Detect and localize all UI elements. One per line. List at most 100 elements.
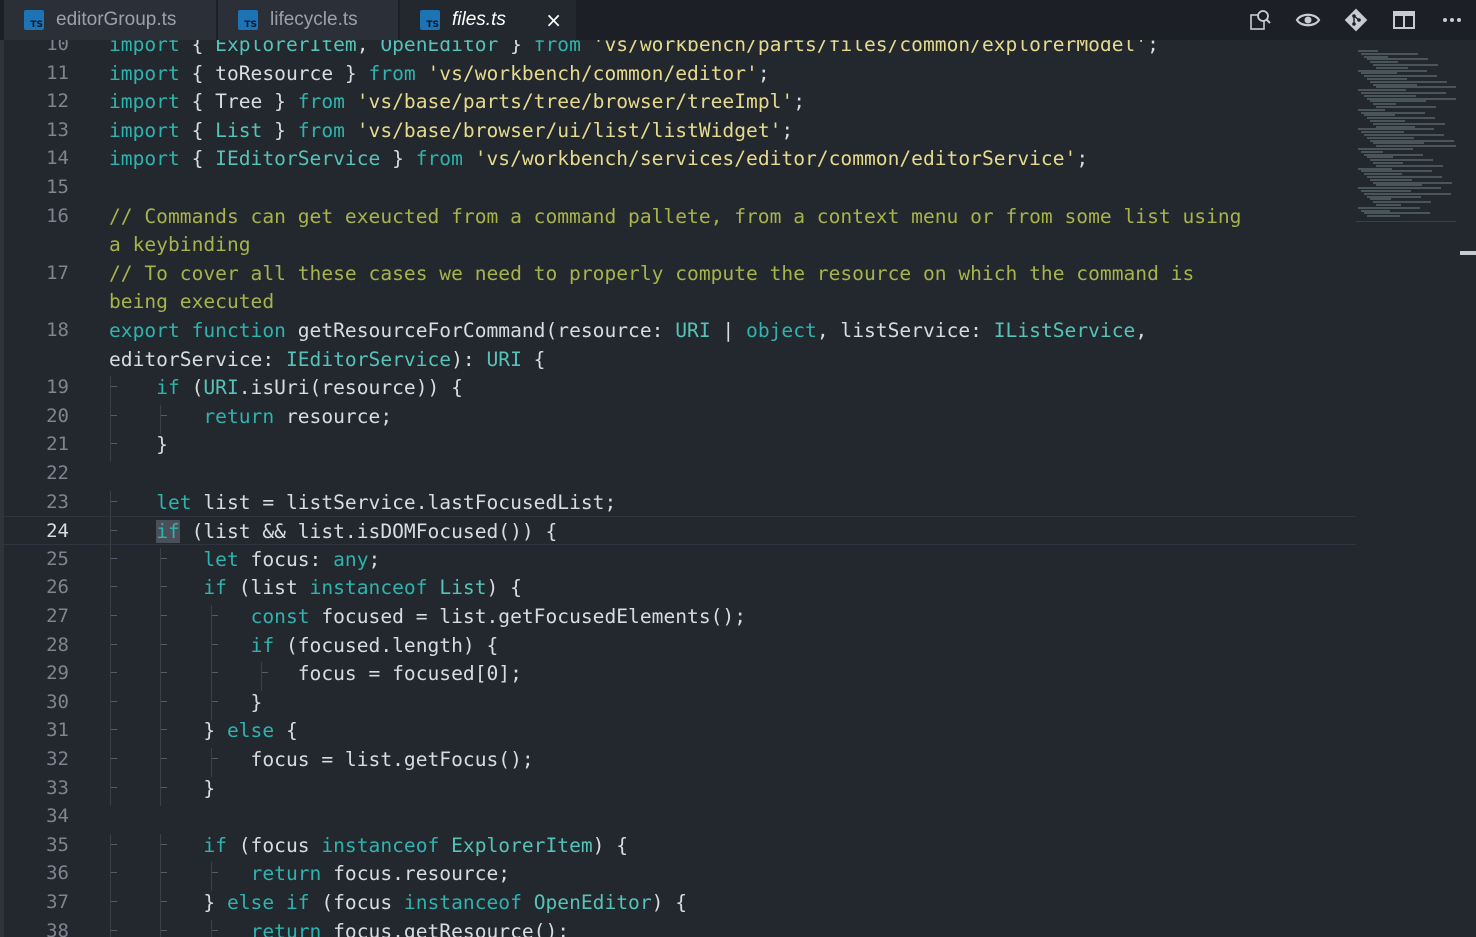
code-text: if (focused.length) { bbox=[250, 633, 499, 657]
code-line[interactable]: 14 import { IEditorService } from 'vs/wor… bbox=[0, 144, 1356, 173]
tab-lifecycle[interactable]: TS lifecycle.ts bbox=[218, 0, 398, 40]
split-editor-button[interactable] bbox=[1380, 0, 1428, 40]
code-line[interactable]: 24 if (list && list.isDOMFocused()) { bbox=[0, 516, 1356, 550]
line-number: 13 bbox=[46, 118, 69, 141]
code-text: being executed bbox=[109, 290, 275, 314]
code-text: focus = focused[0]; bbox=[109, 662, 522, 686]
minimap-viewport[interactable] bbox=[1356, 40, 1456, 222]
code-text: return focus.getResource(); bbox=[250, 919, 570, 937]
line-number: 27 bbox=[46, 605, 69, 627]
code-line[interactable]: 25 let focus: any; bbox=[0, 545, 1356, 577]
find-references-button[interactable] bbox=[1236, 0, 1284, 40]
code-line[interactable]: 32 focus = list.getFocus(); bbox=[0, 745, 1356, 777]
code-line[interactable]: 26 if (list instanceof List) { bbox=[0, 573, 1356, 606]
code-line[interactable]: 15 bbox=[0, 173, 1356, 202]
line-number: 24 bbox=[46, 520, 69, 543]
line-number: 11 bbox=[46, 61, 69, 84]
code-line[interactable]: 34 bbox=[0, 802, 1356, 831]
code-line[interactable]: 33 } bbox=[0, 774, 1356, 806]
line-number: 23 bbox=[46, 490, 69, 513]
code-line[interactable]: 37 } else if (focus instanceof OpenEdito… bbox=[0, 888, 1356, 920]
editor-tab-bar: TS editorGroup.ts TS lifecycle.ts TS fil… bbox=[0, 0, 1476, 40]
code-line[interactable]: 12 import { Tree } from 'vs/base/parts/tr… bbox=[0, 87, 1356, 116]
code-line[interactable]: 27 const focused = list.getFocusedElemen… bbox=[0, 602, 1356, 634]
line-number: 37 bbox=[46, 891, 69, 913]
code-line[interactable]: 31 } else { bbox=[0, 716, 1356, 749]
tab-label: editorGroup.ts bbox=[56, 9, 177, 30]
code-line[interactable]: editorService: IEditorService): URI { bbox=[0, 345, 1356, 374]
code-line[interactable]: 18 export function getResourceForCommand(… bbox=[0, 316, 1356, 345]
line-number: 38 bbox=[46, 919, 69, 937]
code-text: if (focus instanceof ExplorerItem) { bbox=[203, 833, 629, 857]
code-line[interactable]: 16 // Commands can get exeucted from a co… bbox=[0, 202, 1356, 231]
split-editor-icon bbox=[1393, 11, 1415, 29]
line-number: 18 bbox=[46, 319, 69, 341]
line-number: 21 bbox=[46, 433, 69, 456]
more-actions-icon bbox=[1443, 18, 1461, 22]
line-number: 34 bbox=[46, 805, 69, 828]
code-text: if (list && list.isDOMFocused()) { bbox=[156, 520, 558, 544]
code-line[interactable]: 30 } bbox=[0, 688, 1356, 720]
tab-editorgroup[interactable]: TS editorGroup.ts bbox=[4, 0, 216, 40]
editor-actions bbox=[1236, 0, 1476, 40]
scrollbar-slider[interactable] bbox=[1460, 251, 1476, 255]
code-line[interactable]: 13 import { List } from 'vs/base/browser/… bbox=[0, 116, 1356, 145]
line-number: 20 bbox=[46, 404, 69, 427]
find-references-icon bbox=[1250, 10, 1271, 30]
line-number: 36 bbox=[46, 862, 69, 885]
code-text: focus = list.getFocus(); bbox=[109, 748, 534, 771]
vertical-scrollbar[interactable] bbox=[1456, 40, 1476, 937]
code-text: const focused = list.getFocusedElements(… bbox=[250, 605, 747, 628]
line-number: 14 bbox=[46, 147, 69, 170]
code-line[interactable]: 28 if (focused.length) { bbox=[0, 631, 1356, 663]
code-line[interactable]: 17 // To cover all these cases we need to… bbox=[0, 259, 1356, 288]
line-number: 35 bbox=[46, 833, 69, 856]
line-number: 33 bbox=[46, 776, 69, 799]
code-line[interactable]: 22 bbox=[0, 459, 1356, 488]
code-text: let focus: any; bbox=[203, 547, 381, 571]
compare-changes-icon bbox=[1295, 13, 1321, 27]
line-number: 32 bbox=[46, 748, 69, 770]
line-number: 10 bbox=[46, 40, 69, 55]
code-line[interactable]: 38 return focus.getResource(); bbox=[0, 917, 1356, 937]
tab-files[interactable]: TS files.ts × bbox=[400, 0, 576, 40]
code-text: return focus.resource; bbox=[250, 862, 511, 886]
typescript-file-icon: TS bbox=[24, 10, 44, 30]
line-number: 17 bbox=[46, 261, 69, 284]
git-button[interactable] bbox=[1332, 0, 1380, 40]
close-icon[interactable]: × bbox=[545, 8, 562, 32]
line-number: 28 bbox=[46, 633, 69, 656]
line-number: 29 bbox=[46, 662, 69, 685]
code-line[interactable]: 23 let list = listService.lastFocusedLis… bbox=[0, 488, 1356, 520]
line-number: 31 bbox=[46, 719, 69, 742]
code-line[interactable]: 36 return focus.resource; bbox=[0, 859, 1356, 892]
code-text: // To cover all these cases we need to p… bbox=[109, 261, 1195, 285]
code-text: // Commands can get exeucted from a comm… bbox=[109, 204, 1242, 228]
code-line[interactable]: 35 if (focus instanceof ExplorerItem) { bbox=[0, 831, 1356, 863]
code-line[interactable]: 20 return resource; bbox=[0, 402, 1356, 434]
code-line[interactable]: a keybinding bbox=[0, 230, 1356, 259]
code-line[interactable]: 19 if (URI.isUri(resource)) { bbox=[0, 373, 1356, 406]
line-number: 19 bbox=[46, 376, 69, 399]
line-number: 22 bbox=[46, 462, 69, 484]
code-text: } bbox=[109, 690, 263, 714]
code-line[interactable]: 29 focus = focused[0]; bbox=[0, 659, 1356, 692]
line-number: 25 bbox=[46, 547, 69, 570]
code-line[interactable]: 11 import { toResource } from 'vs/workben… bbox=[0, 59, 1356, 88]
typescript-file-icon: TS bbox=[420, 10, 440, 30]
code-text: editorService: IEditorService): URI { bbox=[109, 347, 546, 371]
code-editor[interactable]: 10 import { ExplorerItem, OpenEditor } fr… bbox=[0, 40, 1356, 937]
line-number: 12 bbox=[46, 90, 69, 113]
typescript-file-icon: TS bbox=[238, 10, 258, 30]
line-number: 26 bbox=[46, 576, 69, 599]
code-text: } bbox=[109, 433, 168, 457]
code-line[interactable]: 21 } bbox=[0, 430, 1356, 463]
code-line[interactable]: being executed bbox=[0, 287, 1356, 316]
git-icon bbox=[1344, 8, 1368, 32]
more-actions-button[interactable] bbox=[1428, 0, 1476, 40]
line-number: 16 bbox=[46, 204, 69, 227]
compare-changes-button[interactable] bbox=[1284, 0, 1332, 40]
line-number: 15 bbox=[46, 176, 69, 198]
code-text: a keybinding bbox=[109, 233, 251, 257]
code-line[interactable]: 10 import { ExplorerItem, OpenEditor } fr… bbox=[0, 40, 1356, 59]
